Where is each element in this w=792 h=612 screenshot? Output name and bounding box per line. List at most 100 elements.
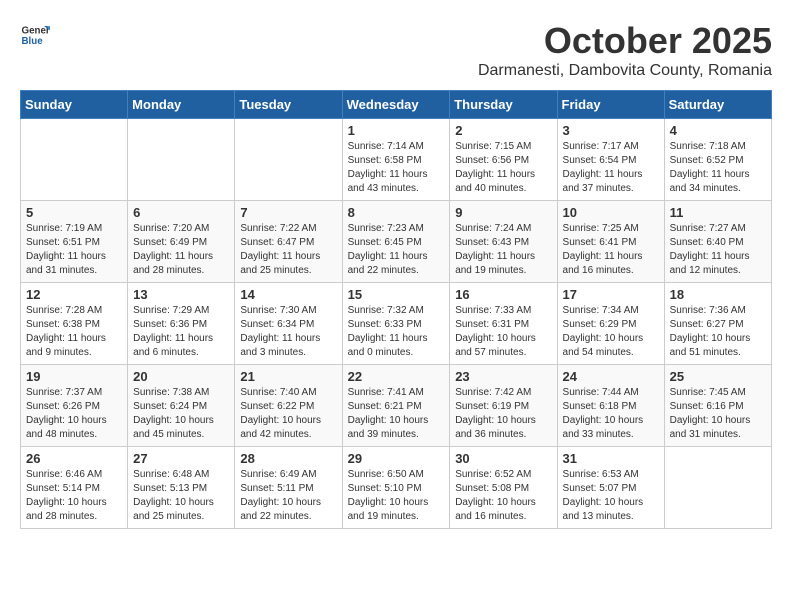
calendar-cell: 30Sunrise: 6:52 AM Sunset: 5:08 PM Dayli…: [450, 447, 557, 529]
calendar-cell: 13 Sunrise: 7:29 AM Sunset: 6:36 PM Dayli…: [128, 283, 235, 365]
day-number: 3: [563, 123, 659, 138]
day-info: Sunrise: 7:42 AM Sunset: 6:19 PM Dayligh…: [455, 386, 551, 442]
day-info: Sunrise: 7:23 AM Sunset: 6:45 PM Dayligh…: [348, 222, 445, 278]
day-info: Sunrise: 7:15 AM Sunset: 6:56 PM Dayligh…: [455, 140, 551, 196]
calendar-cell: 16Sunrise: 7:33 AM Sunset: 6:31 PM Dayli…: [450, 283, 557, 365]
day-number: 5: [26, 205, 122, 220]
calendar-cell: 2Sunrise: 7:15 AM Sunset: 6:56 PM Daylig…: [450, 119, 557, 201]
calendar-cell: 25 Sunrise: 7:45 AM Sunset: 6:16 PM Dayli…: [664, 365, 771, 447]
day-info: Sunrise: 7:24 AM Sunset: 6:43 PM Dayligh…: [455, 222, 551, 278]
day-info: Sunrise: 6:52 AM Sunset: 5:08 PM Dayligh…: [455, 468, 551, 524]
day-info: Sunrise: 7:28 AM Sunset: 6:38 PM Dayligh…: [26, 304, 122, 360]
calendar-cell: 24 Sunrise: 7:44 AM Sunset: 6:18 PM Dayli…: [557, 365, 664, 447]
logo-icon: General Blue: [20, 20, 50, 50]
day-info: Sunrise: 7:27 AM Sunset: 6:40 PM Dayligh…: [670, 222, 766, 278]
day-number: 1: [348, 123, 445, 138]
calendar-cell: [235, 119, 342, 201]
calendar-cell: 6 Sunrise: 7:20 AM Sunset: 6:49 PM Daylig…: [128, 201, 235, 283]
svg-text:Blue: Blue: [22, 36, 44, 47]
calendar-cell: 17Sunrise: 7:34 AM Sunset: 6:29 PM Dayli…: [557, 283, 664, 365]
day-number: 13: [133, 287, 229, 302]
day-number: 9: [455, 205, 551, 220]
day-number: 26: [26, 451, 122, 466]
day-info: Sunrise: 7:14 AM Sunset: 6:58 PM Dayligh…: [348, 140, 445, 196]
day-number: 21: [240, 369, 336, 384]
day-header-sunday: Sunday: [21, 91, 128, 119]
day-number: 22: [348, 369, 445, 384]
day-info: Sunrise: 7:20 AM Sunset: 6:49 PM Dayligh…: [133, 222, 229, 278]
day-info: Sunrise: 7:25 AM Sunset: 6:41 PM Dayligh…: [563, 222, 659, 278]
day-number: 29: [348, 451, 445, 466]
calendar-cell: 21 Sunrise: 7:40 AM Sunset: 6:22 PM Dayli…: [235, 365, 342, 447]
day-number: 23: [455, 369, 551, 384]
day-header-saturday: Saturday: [664, 91, 771, 119]
day-info: Sunrise: 6:46 AM Sunset: 5:14 PM Dayligh…: [26, 468, 122, 524]
day-number: 24: [563, 369, 659, 384]
calendar-cell: 28Sunrise: 6:49 AM Sunset: 5:11 PM Dayli…: [235, 447, 342, 529]
day-info: Sunrise: 7:40 AM Sunset: 6:22 PM Dayligh…: [240, 386, 336, 442]
calendar-cell: 18 Sunrise: 7:36 AM Sunset: 6:27 PM Dayli…: [664, 283, 771, 365]
calendar-cell: 10 Sunrise: 7:25 AM Sunset: 6:41 PM Dayli…: [557, 201, 664, 283]
day-info: Sunrise: 7:44 AM Sunset: 6:18 PM Dayligh…: [563, 386, 659, 442]
day-info: Sunrise: 7:17 AM Sunset: 6:54 PM Dayligh…: [563, 140, 659, 196]
calendar-cell: 7 Sunrise: 7:22 AM Sunset: 6:47 PM Daylig…: [235, 201, 342, 283]
day-number: 11: [670, 205, 766, 220]
day-header-wednesday: Wednesday: [342, 91, 450, 119]
calendar-cell: 31 Sunrise: 6:53 AM Sunset: 5:07 PM Dayli…: [557, 447, 664, 529]
location-title: Darmanesti, Dambovita County, Romania: [478, 62, 772, 80]
logo: General Blue: [20, 20, 50, 50]
calendar-header-row: SundayMondayTuesdayWednesdayThursdayFrid…: [21, 91, 772, 119]
day-info: Sunrise: 7:37 AM Sunset: 6:26 PM Dayligh…: [26, 386, 122, 442]
day-info: Sunrise: 7:32 AM Sunset: 6:33 PM Dayligh…: [348, 304, 445, 360]
day-info: Sunrise: 7:22 AM Sunset: 6:47 PM Dayligh…: [240, 222, 336, 278]
calendar-cell: 27Sunrise: 6:48 AM Sunset: 5:13 PM Dayli…: [128, 447, 235, 529]
day-number: 27: [133, 451, 229, 466]
calendar-cell: 9 Sunrise: 7:24 AM Sunset: 6:43 PM Daylig…: [450, 201, 557, 283]
day-number: 18: [670, 287, 766, 302]
calendar-cell: 8 Sunrise: 7:23 AM Sunset: 6:45 PM Daylig…: [342, 201, 450, 283]
calendar-cell: 1 Sunrise: 7:14 AM Sunset: 6:58 PM Daylig…: [342, 119, 450, 201]
calendar-cell: 11 Sunrise: 7:27 AM Sunset: 6:40 PM Dayli…: [664, 201, 771, 283]
week-row-1: 1 Sunrise: 7:14 AM Sunset: 6:58 PM Daylig…: [21, 119, 772, 201]
day-info: Sunrise: 7:33 AM Sunset: 6:31 PM Dayligh…: [455, 304, 551, 360]
day-number: 8: [348, 205, 445, 220]
calendar-cell: 29 Sunrise: 6:50 AM Sunset: 5:10 PM Dayli…: [342, 447, 450, 529]
calendar-cell: 22 Sunrise: 7:41 AM Sunset: 6:21 PM Dayli…: [342, 365, 450, 447]
calendar-cell: 5Sunrise: 7:19 AM Sunset: 6:51 PM Daylig…: [21, 201, 128, 283]
day-number: 20: [133, 369, 229, 384]
calendar: SundayMondayTuesdayWednesdayThursdayFrid…: [20, 90, 772, 529]
day-number: 31: [563, 451, 659, 466]
day-info: Sunrise: 6:50 AM Sunset: 5:10 PM Dayligh…: [348, 468, 445, 524]
calendar-cell: 15 Sunrise: 7:32 AM Sunset: 6:33 PM Dayli…: [342, 283, 450, 365]
calendar-cell: 4 Sunrise: 7:18 AM Sunset: 6:52 PM Daylig…: [664, 119, 771, 201]
day-number: 25: [670, 369, 766, 384]
week-row-3: 12 Sunrise: 7:28 AM Sunset: 6:38 PM Dayli…: [21, 283, 772, 365]
day-info: Sunrise: 7:18 AM Sunset: 6:52 PM Dayligh…: [670, 140, 766, 196]
day-header-monday: Monday: [128, 91, 235, 119]
day-number: 4: [670, 123, 766, 138]
day-number: 10: [563, 205, 659, 220]
day-number: 7: [240, 205, 336, 220]
day-number: 28: [240, 451, 336, 466]
day-info: Sunrise: 7:41 AM Sunset: 6:21 PM Dayligh…: [348, 386, 445, 442]
day-number: 15: [348, 287, 445, 302]
day-number: 12: [26, 287, 122, 302]
day-header-thursday: Thursday: [450, 91, 557, 119]
header: General Blue October 2025 Darmanesti, Da…: [20, 20, 772, 80]
day-number: 17: [563, 287, 659, 302]
calendar-cell: 20 Sunrise: 7:38 AM Sunset: 6:24 PM Dayli…: [128, 365, 235, 447]
calendar-cell: [664, 447, 771, 529]
calendar-cell: 12 Sunrise: 7:28 AM Sunset: 6:38 PM Dayli…: [21, 283, 128, 365]
week-row-4: 19 Sunrise: 7:37 AM Sunset: 6:26 PM Dayli…: [21, 365, 772, 447]
day-number: 19: [26, 369, 122, 384]
day-info: Sunrise: 6:53 AM Sunset: 5:07 PM Dayligh…: [563, 468, 659, 524]
day-header-tuesday: Tuesday: [235, 91, 342, 119]
day-info: Sunrise: 7:29 AM Sunset: 6:36 PM Dayligh…: [133, 304, 229, 360]
day-info: Sunrise: 7:45 AM Sunset: 6:16 PM Dayligh…: [670, 386, 766, 442]
calendar-cell: [21, 119, 128, 201]
day-number: 14: [240, 287, 336, 302]
day-info: Sunrise: 7:38 AM Sunset: 6:24 PM Dayligh…: [133, 386, 229, 442]
day-info: Sunrise: 7:36 AM Sunset: 6:27 PM Dayligh…: [670, 304, 766, 360]
calendar-cell: [128, 119, 235, 201]
day-number: 6: [133, 205, 229, 220]
